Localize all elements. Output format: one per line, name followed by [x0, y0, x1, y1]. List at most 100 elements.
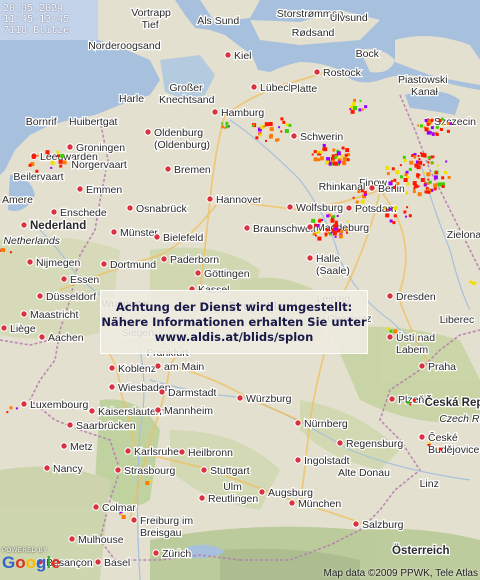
city-dot: [60, 275, 68, 283]
lightning-strike: [389, 219, 393, 223]
lightning-strike: [383, 207, 386, 210]
lightning-strike: [392, 221, 396, 225]
lightning-strike: [344, 228, 348, 232]
lightning-strike: [418, 158, 421, 160]
city-label: Osnabrück: [136, 203, 188, 215]
lightning-strike: [332, 231, 337, 236]
lightning-strike: [36, 154, 39, 157]
lightning-strike: [6, 411, 9, 414]
city-dot: [38, 333, 46, 341]
city-marker: Wolfsburg: [286, 201, 344, 215]
city-label: Linz: [420, 478, 439, 490]
lightning-strike: [225, 121, 229, 125]
lightning-strike: [59, 164, 63, 168]
city-marker: Ulvsund: [329, 11, 369, 25]
city-dot: [294, 456, 302, 464]
lightning-strike: [338, 160, 342, 164]
city-dot: [258, 488, 266, 496]
google-logo[interactable]: POWERED BY Google: [2, 548, 61, 572]
city-dot: [153, 233, 161, 241]
lightning-strike: [35, 169, 39, 173]
city-label: Ulvsund: [330, 12, 368, 24]
lightning-strike: [284, 129, 289, 133]
city-marker: Darmstadt: [158, 386, 218, 400]
city-label: Emmen: [86, 184, 122, 196]
city-label: Wolfsburg: [296, 202, 343, 214]
lightning-strike: [317, 230, 321, 234]
city-label: Česká Rep: [425, 396, 480, 409]
lightning-strike: [393, 214, 397, 218]
city-dot: [152, 549, 160, 557]
city-marker: Amere: [1, 193, 34, 207]
lightning-strike: [145, 481, 150, 486]
city-label: Heilbronn: [188, 447, 233, 459]
city-dot: [144, 128, 152, 136]
city-label: Reutlingen: [208, 493, 258, 505]
lightning-strike: [346, 220, 349, 223]
lightning-strike: [417, 155, 420, 157]
lightning-strike: [438, 447, 442, 451]
city-label: Breisgau: [140, 527, 182, 539]
info-time-range: 11:45-13:45: [3, 14, 70, 25]
city-marker: Platte: [289, 82, 318, 96]
city-marker: Ingolstadt: [294, 454, 351, 468]
lightning-strike: [358, 108, 362, 112]
lightning-strike: [361, 108, 364, 111]
city-dot: [20, 221, 28, 229]
city-label: Münster: [120, 227, 158, 239]
lightning-strike: [57, 154, 61, 158]
lightning-strike: [447, 176, 451, 179]
notice-line-3[interactable]: www.aldis.at/blids/splon: [101, 330, 367, 345]
city-marker: Nederland: [20, 219, 87, 233]
lightning-strike: [416, 165, 421, 170]
city-label: Budějovice: [428, 444, 480, 456]
lightning-strike: [351, 102, 356, 107]
city-label: Göttingen: [204, 268, 250, 280]
info-strike-count: 7118 Blitze: [3, 25, 70, 36]
lightning-strike: [323, 147, 328, 152]
city-label: Oldenburg: [154, 127, 203, 139]
lightning-strike: [280, 130, 283, 133]
lightning-strike: [428, 180, 432, 184]
lightning-strike: [350, 109, 355, 114]
lightning-strike: [253, 123, 255, 126]
city-dot: [43, 464, 51, 472]
city-label: Karlsruhe: [134, 446, 179, 458]
city-marker: Oldenburg(Oldenburg): [144, 126, 211, 152]
lightning-strike: [446, 129, 450, 133]
city-marker: Harle: [118, 92, 146, 106]
city-dot: [124, 447, 132, 455]
city-marker: Rødsand: [291, 26, 336, 40]
lightning-strike: [342, 157, 347, 162]
lightning-strike: [0, 249, 1, 252]
lightning-strike: [357, 190, 361, 193]
lightning-strike: [150, 480, 153, 483]
lightning-strike: [402, 155, 406, 159]
lightning-strike: [424, 190, 428, 194]
city-label: Salzburg: [362, 519, 404, 531]
city-label: Norderoogsand: [88, 40, 161, 52]
lightning-strike: [424, 119, 428, 122]
city-dot: [130, 516, 138, 524]
city-dot: [60, 442, 68, 450]
lightning-strike: [15, 407, 18, 410]
lightning-strike: [50, 166, 53, 169]
city-marker: Paderborn: [160, 253, 220, 267]
lightning-strike: [420, 152, 422, 155]
lightning-strike: [433, 183, 438, 188]
city-dot: [160, 255, 168, 263]
lightning-strike: [428, 442, 431, 444]
lightning-strike: [255, 136, 259, 140]
lightning-strike: [313, 150, 317, 154]
lightning-strike: [426, 122, 430, 126]
lightning-strike: [280, 117, 284, 121]
city-marker: Ulm: [222, 480, 243, 494]
lightning-strike: [355, 200, 359, 204]
city-dot: [313, 68, 321, 76]
lightning-strike: [278, 126, 281, 129]
city-dot: [20, 400, 28, 408]
city-label: Netherlands: [3, 235, 60, 247]
lightning-strike: [9, 406, 13, 410]
city-label: (Oldenburg): [154, 139, 210, 151]
city-dot: [154, 406, 162, 414]
